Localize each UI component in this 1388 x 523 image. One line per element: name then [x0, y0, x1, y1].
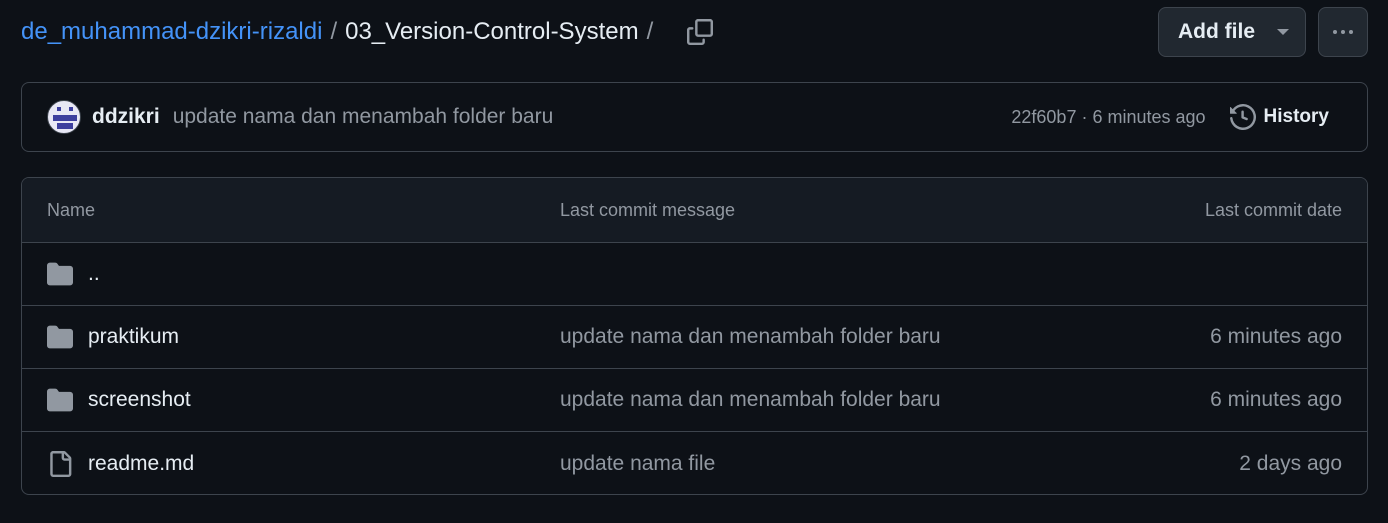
folder-icon — [47, 387, 73, 413]
breadcrumb-repo-link[interactable]: de_muhammad-dzikri-rizaldi — [21, 18, 322, 46]
table-row-screenshot[interactable]: screenshot update nama dan menambah fold… — [22, 369, 1367, 432]
column-header-date: Last commit date — [1204, 199, 1342, 220]
history-button[interactable]: History — [1229, 104, 1329, 130]
latest-commit-bar: ddzikri update nama dan menambah folder … — [21, 82, 1368, 152]
parent-dir-link[interactable]: .. — [88, 262, 100, 286]
caret-down-icon — [1277, 29, 1289, 35]
breadcrumb-current-folder: 03_Version-Control-System — [345, 18, 639, 45]
file-link[interactable]: readme.md — [88, 452, 194, 476]
repo-header: de_muhammad-dzikri-rizaldi / 03_Version-… — [21, 7, 1368, 57]
add-file-label: Add file — [1178, 20, 1255, 43]
copy-path-button[interactable] — [683, 15, 717, 49]
breadcrumb-trailing-separator: / — [646, 18, 654, 45]
commit-author[interactable]: ddzikri — [92, 105, 160, 129]
kebab-horizontal-icon — [1333, 30, 1337, 34]
file-table: Name Last commit message Last commit dat… — [21, 177, 1368, 495]
column-header-name: Name — [47, 199, 96, 220]
commit-message-link[interactable]: update nama dan menambah folder baru — [173, 105, 554, 129]
row-commit-date: 6 minutes ago — [1210, 388, 1342, 411]
commit-hash-time[interactable]: 22f60b7 · 6 minutes ago — [1011, 107, 1205, 128]
breadcrumb-separator: / — [330, 18, 338, 45]
row-commit-message[interactable]: update nama dan menambah folder baru — [560, 388, 941, 411]
breadcrumb: de_muhammad-dzikri-rizaldi / 03_Version-… — [21, 18, 661, 46]
column-header-message: Last commit message — [560, 199, 736, 220]
more-options-button[interactable] — [1318, 7, 1368, 57]
file-link[interactable]: screenshot — [88, 388, 191, 412]
row-commit-message[interactable]: update nama file — [560, 452, 715, 475]
table-row-parent-dir[interactable]: .. — [22, 243, 1367, 306]
row-commit-date: 2 days ago — [1239, 451, 1342, 475]
file-link[interactable]: praktikum — [88, 325, 179, 349]
history-icon — [1229, 104, 1256, 130]
row-commit-date: 6 minutes ago — [1210, 325, 1342, 348]
table-row-praktikum[interactable]: praktikum update nama dan menambah folde… — [22, 306, 1367, 369]
avatar[interactable] — [47, 100, 81, 134]
file-icon — [47, 450, 73, 477]
file-table-header: Name Last commit message Last commit dat… — [22, 178, 1367, 243]
history-label: History — [1263, 106, 1329, 127]
folder-icon — [47, 324, 73, 350]
row-commit-message[interactable]: update nama dan menambah folder baru — [560, 325, 941, 348]
add-file-button[interactable]: Add file — [1158, 7, 1306, 57]
folder-icon — [47, 261, 73, 287]
copy-icon — [687, 19, 714, 45]
table-row-readme[interactable]: readme.md update nama file 2 days ago — [22, 432, 1367, 494]
